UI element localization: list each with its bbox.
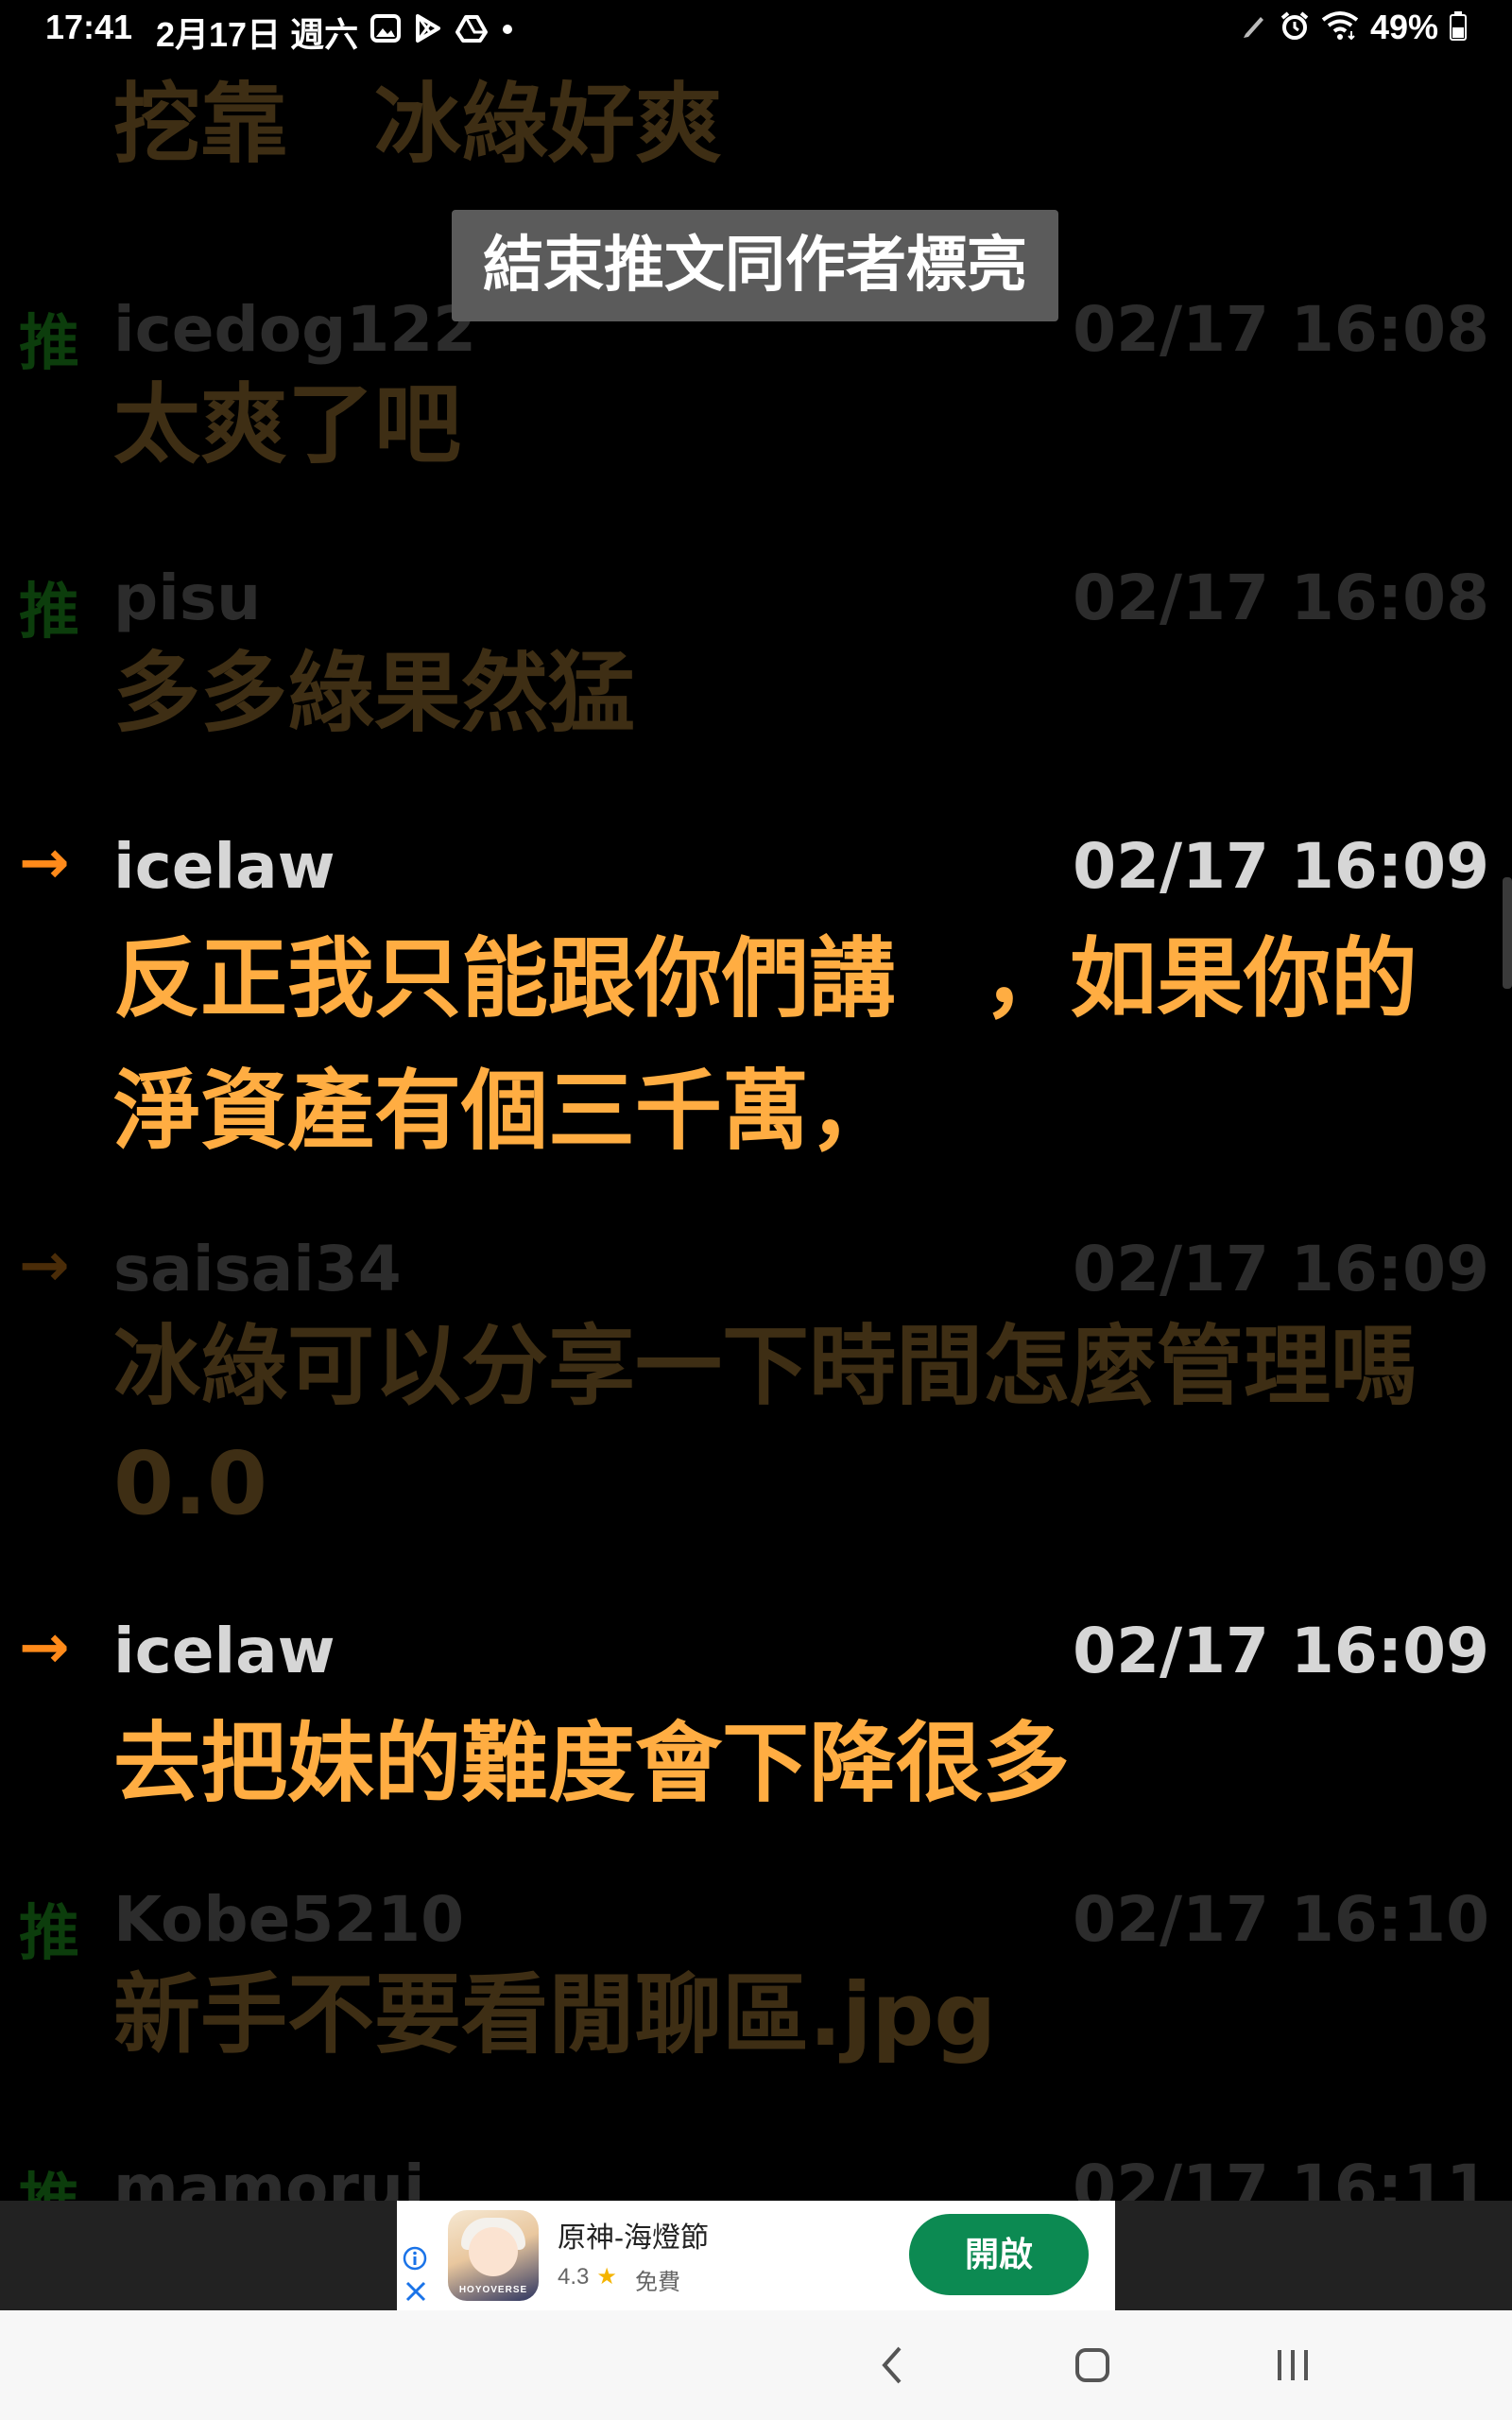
arrow-tag: →	[19, 828, 70, 898]
comment-time: 02/17 16:08	[1073, 293, 1489, 366]
ad-rating: 4.3 ★	[558, 2263, 625, 2290]
ad-app-name[interactable]: 原神-海燈節	[558, 2214, 709, 2256]
status-bar: 17:41 2月17日 週六 49%	[0, 0, 1512, 57]
open-button[interactable]: 開啟	[909, 2214, 1089, 2295]
comment-list[interactable]: 挖靠 冰綠好爽 推 icedog122 02/17 16:08 太爽了吧 推 p…	[0, 57, 1512, 2201]
info-icon[interactable]	[403, 2246, 427, 2275]
navigation-bar	[0, 2310, 1512, 2420]
status-time: 17:41	[45, 8, 133, 46]
arrow-tag: →	[19, 1613, 70, 1683]
recents-icon[interactable]	[1272, 2339, 1314, 2395]
ad-rating-value: 4.3	[558, 2264, 590, 2290]
scrollbar-thumb[interactable]	[1503, 877, 1512, 989]
comment-text: 去把妹的難度會下降很多	[113, 1713, 1071, 1814]
comment-text: 多多綠果然猛	[113, 643, 636, 744]
comment-text: 太爽了吧	[113, 374, 462, 475]
back-icon[interactable]	[875, 2339, 909, 2395]
battery-percent: 49%	[1369, 8, 1438, 46]
status-date: 2月17日 週六	[156, 15, 359, 54]
push-tag: 推	[19, 2153, 79, 2201]
arrow-tag: →	[19, 1231, 70, 1301]
push-tag: 推	[19, 309, 79, 379]
star-icon: ★	[596, 2264, 617, 2290]
comment-time: 02/17 16:10	[1073, 1883, 1489, 1956]
comment-user[interactable]: saisai34	[113, 1233, 402, 1305]
ad-banner[interactable]: HOYOVERSE 原神-海燈節 4.3 ★ 免費 開啟	[397, 2201, 1115, 2310]
wifi-icon	[1321, 10, 1359, 45]
comment-user[interactable]: mamorui	[113, 2152, 425, 2201]
comment-time: 02/17 16:09	[1073, 1233, 1489, 1305]
comment-text: 新手不要看閒聊區.jpg	[113, 1964, 997, 2066]
gallery-icon	[370, 14, 401, 43]
comment-user[interactable]: icedog122	[113, 293, 476, 366]
comment-text: 冰綠可以分享一下時間怎麼管理嗎	[113, 1316, 1418, 1417]
comment-text: 0.0	[113, 1433, 267, 1534]
dot-icon	[501, 14, 514, 43]
battery-icon	[1450, 10, 1467, 45]
comment-user[interactable]: pisu	[113, 562, 261, 634]
character-face	[469, 2227, 518, 2276]
comment-time: 02/17 16:08	[1073, 562, 1489, 634]
comment-user[interactable]: icelaw	[113, 830, 335, 903]
push-tag: 推	[19, 1899, 79, 1969]
home-icon[interactable]	[1072, 2339, 1113, 2395]
pen-icon	[1240, 11, 1268, 44]
highlight-toast: 結束推文同作者標亮	[452, 210, 1058, 321]
push-tag: 推	[19, 578, 79, 648]
drive-icon	[455, 14, 488, 43]
comment-user[interactable]: icelaw	[113, 1615, 335, 1687]
comment-text: 淨資產有個三千萬，	[113, 1061, 897, 1162]
close-icon[interactable]	[404, 2280, 427, 2308]
comment-user[interactable]: Kobe5210	[113, 1883, 464, 1956]
app-icon[interactable]: HOYOVERSE	[448, 2210, 539, 2301]
app-brand: HOYOVERSE	[458, 2285, 528, 2295]
play-store-icon	[414, 13, 442, 43]
comment-text: 反正我只能跟你們講 ，如果你的	[113, 928, 1418, 1029]
comment-time: 02/17 16:11	[1073, 2152, 1489, 2201]
comment-time: 02/17 16:09	[1073, 1615, 1489, 1687]
ad-price: 免費	[635, 2270, 680, 2295]
notification-icons	[370, 13, 514, 43]
comment-text: 挖靠 冰綠好爽	[113, 74, 723, 175]
alarm-icon	[1280, 10, 1310, 45]
system-icons: 49%	[1240, 8, 1467, 47]
comment-time: 02/17 16:09	[1073, 830, 1489, 903]
